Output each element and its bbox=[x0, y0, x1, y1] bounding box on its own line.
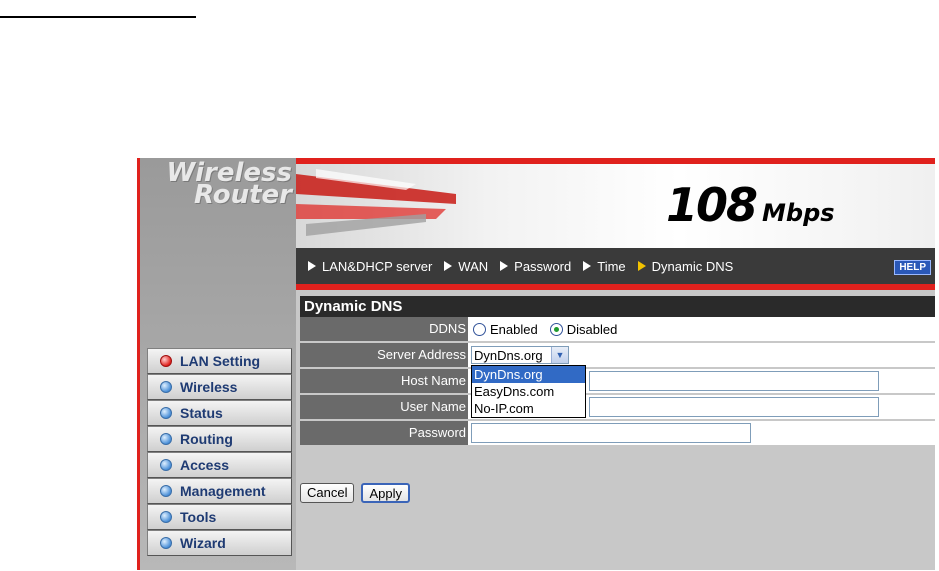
sidebar-item-label: Access bbox=[180, 457, 230, 473]
top-nav: LAN&DHCP server WAN Password Time Dynami… bbox=[296, 248, 935, 284]
sidebar-item-management[interactable]: Management bbox=[147, 478, 292, 504]
sidebar-item-routing[interactable]: Routing bbox=[147, 426, 292, 452]
server-address-select[interactable]: DynDns.org ▼ bbox=[471, 346, 569, 364]
ddns-label: DDNS bbox=[300, 317, 468, 341]
sidebar-item-wireless[interactable]: Wireless bbox=[147, 374, 292, 400]
sidebar-item-label: Management bbox=[180, 483, 266, 499]
ddns-enabled-label: Enabled bbox=[490, 321, 538, 337]
bullet-icon bbox=[160, 537, 172, 549]
nav-item-label: WAN bbox=[458, 258, 489, 274]
nav-password[interactable]: Password bbox=[500, 259, 571, 274]
sidebar-menu: LAN Setting Wireless Status Routing Acce… bbox=[147, 348, 292, 556]
host-name-row: Host Name bbox=[300, 369, 935, 395]
user-name-input[interactable] bbox=[589, 397, 879, 417]
page-title: Dynamic DNS bbox=[300, 296, 935, 317]
server-address-label: Server Address bbox=[300, 343, 468, 367]
form-buttons: Cancel Apply bbox=[300, 483, 417, 503]
router-admin-frame: Wireless Router LAN Setting Wireless Sta… bbox=[137, 158, 935, 570]
sidebar: Wireless Router LAN Setting Wireless Sta… bbox=[137, 158, 296, 570]
triangle-right-icon bbox=[444, 261, 453, 271]
nav-dynamic-dns[interactable]: Dynamic DNS bbox=[637, 258, 734, 274]
ddns-value: Enabled Disabled bbox=[468, 317, 935, 341]
triangle-right-icon bbox=[583, 261, 592, 271]
cancel-button[interactable]: Cancel bbox=[300, 483, 355, 503]
main-content: Dynamic DNS DDNS Enabled Disabled Server… bbox=[300, 296, 935, 570]
sidebar-item-label: Routing bbox=[180, 431, 233, 447]
speed-unit: Mbps bbox=[762, 199, 835, 227]
sidebar-item-label: Tools bbox=[180, 509, 217, 525]
triangle-right-icon bbox=[308, 261, 316, 271]
header: 108 Mbps LAN&DHCP server WAN Password Tim… bbox=[296, 158, 935, 290]
nav-item-label: Password bbox=[514, 258, 572, 274]
nav-item-label: LAN&DHCP server bbox=[322, 258, 433, 274]
nav-item-label: Time bbox=[597, 258, 626, 274]
apply-button[interactable]: Apply bbox=[361, 483, 410, 503]
bullet-icon bbox=[160, 485, 172, 497]
sidebar-item-label: Status bbox=[180, 405, 223, 421]
dropdown-option-dyndns[interactable]: DynDns.org bbox=[472, 366, 585, 383]
password-label: Password bbox=[300, 421, 468, 445]
server-address-dropdown: DynDns.org EasyDns.com No-IP.com bbox=[471, 365, 586, 418]
logo: Wireless Router bbox=[150, 160, 292, 208]
password-row: Password bbox=[300, 421, 935, 447]
bullet-icon bbox=[160, 381, 172, 393]
server-address-selected: DynDns.org bbox=[474, 347, 543, 363]
triangle-right-icon bbox=[500, 261, 509, 271]
sidebar-item-tools[interactable]: Tools bbox=[147, 504, 292, 530]
top-rule bbox=[0, 16, 196, 18]
ddns-enabled-radio[interactable] bbox=[473, 322, 486, 336]
banner: 108 Mbps bbox=[296, 164, 935, 248]
sidebar-item-status[interactable]: Status bbox=[147, 400, 292, 426]
dropdown-option-easydns[interactable]: EasyDns.com bbox=[472, 383, 585, 400]
nav-wan[interactable]: WAN bbox=[444, 259, 488, 274]
sidebar-item-label: LAN Setting bbox=[180, 353, 261, 369]
ddns-disabled-label: Disabled bbox=[566, 321, 618, 337]
nav-time[interactable]: Time bbox=[583, 258, 626, 274]
bullet-icon bbox=[160, 511, 172, 523]
speed-streak-graphic bbox=[296, 169, 456, 236]
sidebar-item-access[interactable]: Access bbox=[147, 452, 292, 478]
bullet-icon bbox=[160, 355, 172, 367]
bullet-icon bbox=[160, 407, 172, 419]
password-value bbox=[468, 421, 935, 445]
speed-badge: 108 Mbps bbox=[666, 178, 835, 232]
server-address-row: Server Address DynDns.org ▼ DynDns.org E… bbox=[300, 343, 935, 418]
nav-lan-dhcp-server[interactable]: LAN&DHCP server bbox=[308, 259, 432, 274]
sidebar-item-wizard[interactable]: Wizard bbox=[147, 530, 292, 556]
sidebar-item-lan-setting[interactable]: LAN Setting bbox=[147, 348, 292, 374]
sidebar-item-label: Wizard bbox=[180, 535, 226, 551]
dropdown-option-noip[interactable]: No-IP.com bbox=[472, 400, 585, 417]
triangle-right-icon bbox=[637, 261, 646, 271]
server-address-value: DynDns.org ▼ DynDns.org EasyDns.com No-I… bbox=[468, 343, 935, 418]
host-name-label: Host Name bbox=[300, 369, 468, 393]
password-input[interactable] bbox=[471, 423, 751, 443]
ddns-row: DDNS Enabled Disabled bbox=[300, 317, 935, 343]
bullet-icon bbox=[160, 433, 172, 445]
help-button[interactable]: HELP bbox=[894, 260, 931, 275]
speed-value: 108 bbox=[666, 178, 758, 232]
user-name-label: User Name bbox=[300, 395, 468, 419]
nav-item-label: Dynamic DNS bbox=[651, 258, 734, 274]
bullet-icon bbox=[160, 459, 172, 471]
sidebar-item-label: Wireless bbox=[180, 379, 238, 395]
host-name-input[interactable] bbox=[589, 371, 879, 391]
user-name-row: User Name bbox=[300, 395, 935, 421]
ddns-disabled-radio[interactable] bbox=[549, 322, 563, 336]
chevron-down-icon[interactable]: ▼ bbox=[551, 347, 568, 363]
header-bottom-accent bbox=[296, 284, 935, 290]
